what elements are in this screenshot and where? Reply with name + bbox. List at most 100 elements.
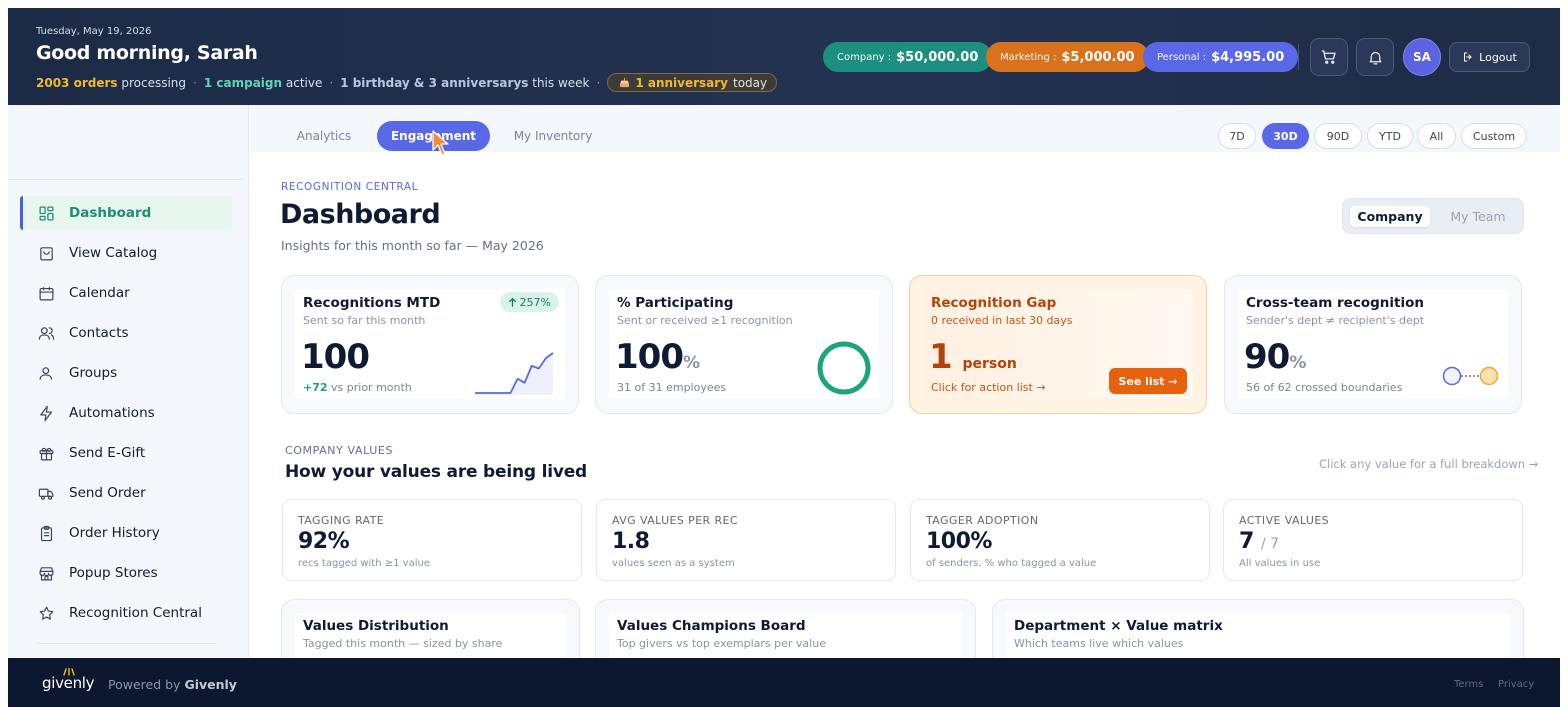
kpi-tagger-adoption[interactable]: TAGGER ADOPTION 100% of senders, % who t… — [910, 499, 1210, 581]
participation-ring-arc — [817, 341, 871, 395]
card-title: Recognition Gap — [931, 295, 1057, 311]
scope-company[interactable]: Company — [1350, 206, 1430, 227]
delta-suffix: vs prior month — [331, 381, 412, 394]
sidebar-item-label: Recognition Central — [69, 605, 202, 621]
sidebar-item-send-order[interactable]: Send Order — [20, 476, 232, 510]
recognitions-card[interactable]: Recognitions MTD Sent so far this month … — [281, 275, 579, 414]
clipboard-icon — [38, 525, 55, 542]
values-champions-card[interactable]: Values Champions Board Top givers vs top… — [595, 599, 976, 658]
sidebar-item-popup-stores[interactable]: Popup Stores — [20, 556, 232, 590]
star-icon — [38, 605, 55, 622]
scope-my-team[interactable]: My Team — [1439, 206, 1517, 227]
page-subtitle: Insights for this month so far — May 202… — [281, 238, 544, 253]
notifications-button[interactable] — [1356, 38, 1394, 76]
scope-toggle: Company My Team — [1342, 198, 1524, 234]
card-subtitle: Which teams live which values — [1014, 637, 1184, 650]
logout-label: Logout — [1479, 50, 1517, 64]
sidebar-item-label: Popup Stores — [69, 565, 158, 581]
values-distribution-card[interactable]: Values Distribution Tagged this month — … — [281, 599, 580, 658]
truck-icon — [38, 485, 55, 502]
card-subtitle: Sent or received ≥1 recognition — [617, 314, 793, 327]
sidebar-item-groups[interactable]: Groups — [20, 356, 232, 390]
kpi-label: TAGGING RATE — [298, 514, 385, 527]
personal-balance-value: $4,995.00 — [1211, 49, 1285, 65]
gap-value: 1 person — [929, 337, 1017, 377]
sidebar-item-contacts[interactable]: Contacts — [20, 316, 232, 350]
user-avatar[interactable]: SA — [1403, 38, 1441, 76]
personal-balance-label: Personal : — [1157, 51, 1207, 63]
kpi-active-values[interactable]: ACTIVE VALUES 7 / 7 All values in use — [1223, 499, 1523, 581]
bell-icon — [1367, 49, 1384, 66]
personal-balance-pill[interactable]: Personal : $4,995.00 — [1143, 42, 1299, 72]
card-title: % Participating — [617, 295, 734, 311]
kpi-tagging-rate[interactable]: TAGGING RATE 92% recs tagged with ≥1 val… — [282, 499, 582, 581]
footer-link-privacy[interactable]: Privacy — [1498, 679, 1534, 690]
range-7d[interactable]: 7D — [1218, 123, 1256, 149]
participation-ring — [817, 341, 871, 395]
sidebar: Dashboard View Catalog Calendar Contacts… — [8, 105, 249, 658]
header-status-line: 2003 orders processing · 1 campaign acti… — [36, 73, 778, 92]
contacts-icon — [38, 325, 55, 342]
anniversary-suffix: today — [733, 75, 768, 90]
values-hint-link[interactable]: Click any value for a full breakdown → — [1319, 457, 1538, 471]
orders-count[interactable]: 2003 orders — [36, 76, 118, 90]
separator-dot: · — [193, 75, 197, 90]
tab-my-inventory[interactable]: My Inventory — [505, 121, 601, 151]
sidebar-item-send-e-gift[interactable]: Send E-Gift — [20, 436, 232, 470]
range-all[interactable]: All — [1417, 123, 1456, 149]
sidebar-item-label: Send E-Gift — [69, 445, 146, 461]
kpi-label: TAGGER ADOPTION — [926, 514, 1039, 527]
campaign-count[interactable]: 1 campaign — [204, 76, 282, 90]
sidebar-item-order-history[interactable]: Order History — [20, 516, 232, 550]
sidebar-item-label: Contacts — [69, 325, 129, 341]
separator-dot: · — [329, 75, 334, 90]
lightning-icon — [38, 405, 55, 422]
range-custom[interactable]: Custom — [1461, 123, 1527, 149]
department-value-matrix-card[interactable]: Department × Value matrix Which teams li… — [992, 599, 1524, 658]
celebrations-count[interactable]: 1 birthday & 3 anniversarys — [340, 76, 528, 90]
see-list-button[interactable]: See list → — [1109, 368, 1187, 394]
sidebar-item-calendar[interactable]: Calendar — [20, 276, 232, 310]
logout-button[interactable]: Logout — [1449, 42, 1530, 72]
sidebar-item-label: View Catalog — [69, 245, 158, 261]
celebrations-suffix: this week — [532, 75, 590, 90]
sidebar-item-recognition-central[interactable]: Recognition Central — [20, 596, 232, 630]
cross-team-number: 90 — [1244, 337, 1290, 377]
kpi-avg-values[interactable]: AVG VALUES PER REC 1.8 values seen as a … — [596, 499, 896, 581]
card-title: Values Champions Board — [617, 618, 806, 634]
delta-value: +72 — [303, 381, 328, 394]
kpi-value: 92% — [298, 529, 350, 554]
page-title: Dashboard — [280, 199, 441, 230]
sidebar-item-label: Automations — [69, 405, 155, 421]
range-ytd[interactable]: YTD — [1367, 123, 1413, 149]
gap-number: 1 — [929, 337, 953, 377]
sidebar-item-label: Send Order — [69, 485, 146, 501]
user-icon — [38, 365, 55, 382]
tab-analytics[interactable]: Analytics — [285, 121, 363, 151]
anniversary-chip[interactable]: 1 anniversary today — [607, 73, 778, 92]
kpi-value: 7 / 7 — [1239, 529, 1279, 554]
company-balance-value: $50,000.00 — [896, 49, 979, 65]
marketing-balance-pill[interactable]: Marketing : $5,000.00 — [986, 42, 1149, 72]
recognition-gap-card[interactable]: Recognition Gap 0 received in last 30 da… — [909, 275, 1207, 414]
card-title: Department × Value matrix — [1014, 618, 1223, 634]
card-title: Values Distribution — [303, 618, 449, 634]
sidebar-item-automations[interactable]: Automations — [20, 396, 232, 430]
card-footer: 56 of 62 crossed boundaries — [1246, 381, 1403, 394]
kpi-value-total: / 7 — [1260, 536, 1280, 552]
main-content: Analytics Engagement My Inventory 7D 30D… — [249, 105, 1560, 658]
participating-card[interactable]: % Participating Sent or received ≥1 reco… — [595, 275, 893, 414]
company-balance-pill[interactable]: Company : $50,000.00 — [823, 42, 993, 72]
gap-action-link[interactable]: Click for action list → — [931, 381, 1046, 394]
sidebar-item-view-catalog[interactable]: View Catalog — [20, 236, 232, 270]
kpi-sub: recs tagged with ≥1 value — [298, 558, 430, 569]
powered-by: Powered by Givenly — [108, 677, 237, 692]
participating-unit: % — [682, 353, 701, 373]
footer-link-terms[interactable]: Terms — [1454, 679, 1483, 690]
range-30d[interactable]: 30D — [1262, 123, 1309, 149]
cross-team-card[interactable]: Cross-team recognition Sender's dept ≠ r… — [1224, 275, 1522, 414]
values-eyebrow: COMPANY VALUES — [285, 444, 394, 457]
cart-button[interactable] — [1310, 38, 1348, 76]
sidebar-item-dashboard[interactable]: Dashboard — [20, 196, 232, 230]
range-90d[interactable]: 90D — [1314, 123, 1362, 149]
